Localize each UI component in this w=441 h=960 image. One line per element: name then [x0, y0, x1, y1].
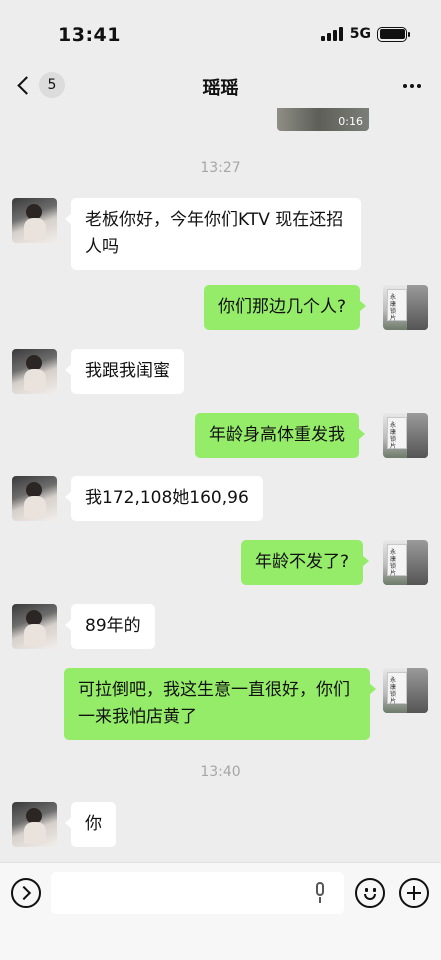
contact-avatar[interactable]	[12, 198, 57, 243]
message-bubble-incoming[interactable]: 89年的	[65, 604, 155, 649]
message-bubble-outgoing[interactable]: 可拉倒吧，我这生意一直很好，你们一来我怕店黄了	[64, 668, 376, 740]
emoji-button[interactable]	[355, 878, 385, 908]
chat-title: 瑶瑶	[202, 78, 239, 99]
emoji-eyes-icon	[365, 888, 368, 892]
status-time: 13:41	[58, 24, 121, 46]
timestamp: 13:40	[200, 764, 241, 780]
message-list[interactable]: 0:16 13:27 老板你好，今年你们KTV 现在还招人吗 永康锁片 你们那边…	[0, 108, 441, 862]
my-avatar[interactable]: 永康锁片	[383, 668, 428, 713]
avatar-sign-text: 永康锁片	[390, 549, 397, 577]
my-avatar[interactable]: 永康锁片	[383, 285, 428, 330]
contact-avatar[interactable]	[12, 349, 57, 394]
battery-icon	[377, 26, 410, 42]
timestamp: 13:27	[200, 160, 241, 176]
message-bubble-incoming[interactable]: 老板你好，今年你们KTV 现在还招人吗	[65, 198, 361, 270]
video-message-thumbnail[interactable]: 0:16	[277, 108, 369, 131]
message-input[interactable]	[51, 872, 344, 914]
status-indicators: 5G	[320, 26, 410, 42]
my-avatar[interactable]: 永康锁片	[383, 540, 428, 585]
message-bubble-incoming[interactable]: 我172,108她160,96	[65, 476, 263, 521]
voice-wave-icon	[16, 885, 32, 901]
network-type: 5G	[349, 26, 371, 42]
emoji-mouth-icon	[364, 894, 376, 900]
voice-input-button[interactable]	[11, 878, 41, 908]
video-duration: 0:16	[338, 115, 363, 128]
more-functions-button[interactable]	[399, 878, 429, 908]
message-bubble-outgoing[interactable]: 年龄身高体重发我	[195, 413, 365, 458]
contact-avatar[interactable]	[12, 476, 57, 521]
microphone-icon[interactable]	[314, 882, 326, 904]
contact-avatar[interactable]	[12, 802, 57, 847]
avatar-sign-text: 永康锁片	[390, 422, 397, 450]
input-bar	[0, 862, 441, 960]
avatar-sign-text: 永康锁片	[390, 677, 397, 705]
message-bubble-incoming[interactable]: 你	[65, 802, 116, 847]
message-bubble-outgoing[interactable]: 年龄不发了?	[241, 540, 370, 585]
signal-icon	[320, 27, 343, 41]
chat-header: 5 瑶瑶	[0, 66, 441, 108]
message-bubble-incoming[interactable]: 我跟我闺蜜	[65, 349, 184, 394]
avatar-sign-text: 永康锁片	[390, 294, 397, 322]
contact-avatar[interactable]	[12, 604, 57, 649]
status-bar: 13:41 5G	[0, 0, 441, 66]
message-bubble-outgoing[interactable]: 你们那边几个人?	[204, 285, 367, 330]
more-options-icon[interactable]	[403, 84, 421, 88]
my-avatar[interactable]: 永康锁片	[383, 413, 428, 458]
